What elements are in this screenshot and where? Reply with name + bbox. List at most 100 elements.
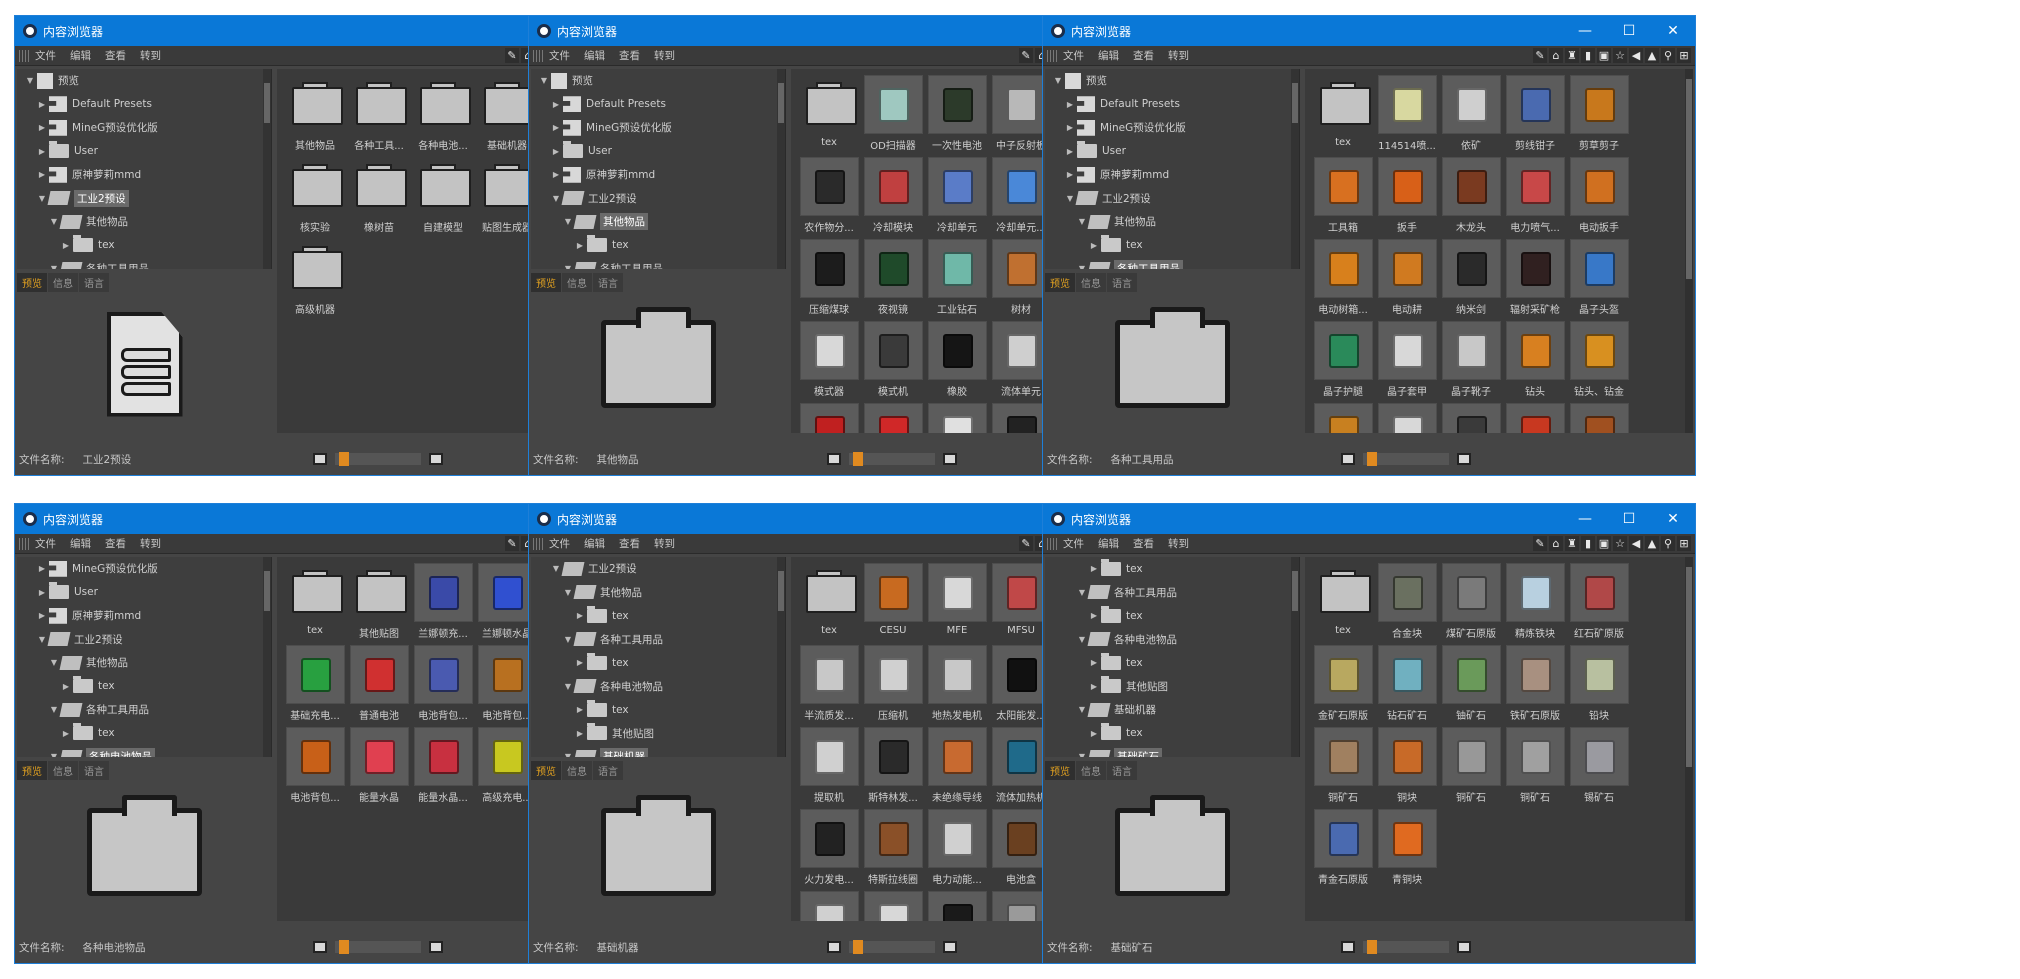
tree-item[interactable]: ▶ tex — [1045, 234, 1299, 258]
zoom-slider-knob[interactable] — [1366, 452, 1377, 466]
expand-arrow-icon[interactable]: ▼ — [1077, 588, 1087, 597]
close-button[interactable]: ✕ — [1651, 16, 1695, 46]
tree-item[interactable]: ▶ User — [531, 140, 785, 164]
tree-scrollbar[interactable] — [777, 69, 785, 269]
expand-arrow-icon[interactable]: ▶ — [551, 147, 561, 156]
grid-item[interactable]: 各种工具... — [347, 75, 411, 157]
tree-item[interactable]: ▼ 其他物品 — [17, 651, 271, 675]
panel-icon[interactable]: ▮ — [1581, 536, 1595, 551]
grid-item[interactable]: OD扫描器 — [861, 75, 925, 157]
grid-item[interactable]: 红石矿原版 — [1567, 563, 1631, 645]
zoom-slider[interactable] — [849, 940, 935, 954]
tree-item[interactable]: ▼ 预览 — [531, 69, 785, 93]
grid-item[interactable]: 模式机 — [861, 321, 925, 403]
grid-item[interactable]: 钻头 — [1503, 321, 1567, 403]
grid-item[interactable]: 普通电池 — [347, 645, 411, 727]
edit-icon[interactable]: ✎ — [1019, 536, 1033, 551]
expand-arrow-icon[interactable]: ▼ — [563, 682, 573, 691]
expand-arrow-icon[interactable]: ▼ — [1077, 635, 1087, 644]
star-icon[interactable]: ☆ — [1613, 48, 1627, 63]
grid-item[interactable]: 基础充电... — [283, 645, 347, 727]
expand-arrow-icon[interactable]: ▶ — [37, 611, 47, 620]
grid-item[interactable]: 晶子靴子 — [1439, 321, 1503, 403]
panel-icon[interactable]: ▮ — [1581, 48, 1595, 63]
grid-item[interactable]: 电池背包... — [411, 645, 475, 727]
menu-item[interactable]: 查看 — [105, 48, 126, 63]
up-icon[interactable]: ▲ — [1645, 536, 1659, 551]
zoom-small-icon[interactable] — [827, 941, 841, 953]
expand-arrow-icon[interactable]: ▼ — [563, 217, 573, 226]
menu-item[interactable]: 编辑 — [1098, 48, 1119, 63]
grid-item[interactable]: 电池背包... — [283, 727, 347, 809]
expand-arrow-icon[interactable]: ▶ — [575, 729, 585, 738]
grid-item[interactable]: 其他贴图 — [347, 563, 411, 645]
grid-item[interactable]: 橡树苗 — [347, 157, 411, 239]
tree-scrollbar[interactable] — [263, 557, 271, 757]
expand-arrow-icon[interactable]: ▶ — [1089, 611, 1099, 620]
grid-item[interactable]: tex — [1311, 75, 1375, 157]
grid-item[interactable]: 晶子套甲 — [1375, 321, 1439, 403]
grid-icon[interactable]: ⊞ — [1677, 48, 1691, 63]
grid-item[interactable]: 高级机器 — [283, 239, 347, 321]
grid-item[interactable]: 能量水晶 — [347, 727, 411, 809]
tree-item[interactable]: ▶ User — [17, 140, 271, 164]
grid-item[interactable]: 电动树箱... — [1311, 239, 1375, 321]
tree-item[interactable]: ▶ tex — [531, 604, 785, 628]
tree-item[interactable]: ▶ tex — [531, 234, 785, 258]
book-icon[interactable]: ▣ — [1597, 536, 1611, 551]
expand-arrow-icon[interactable]: ▼ — [25, 76, 35, 85]
grid-item[interactable]: 青金石原版 — [1311, 809, 1375, 891]
grid-item[interactable]: 工业钻石 — [925, 239, 989, 321]
grid-item[interactable]: 扳手 — [1375, 157, 1439, 239]
tree-item[interactable]: ▼ 各种工具用品 — [531, 628, 785, 652]
grid-item[interactable]: 依矿 — [1439, 75, 1503, 157]
zoom-small-icon[interactable] — [827, 453, 841, 465]
maximize-button[interactable]: ☐ — [1607, 16, 1651, 46]
grid-item[interactable]: 铀矿石 — [1439, 645, 1503, 727]
grid-item[interactable]: 农作物分... — [797, 157, 861, 239]
grid-item[interactable] — [861, 403, 925, 433]
close-button[interactable]: ✕ — [1651, 504, 1695, 534]
grid-item[interactable]: tex — [797, 75, 861, 157]
edit-icon[interactable]: ✎ — [1533, 48, 1547, 63]
tree-item[interactable]: ▶ tex — [531, 698, 785, 722]
tree-item[interactable]: ▼ 预览 — [1045, 69, 1299, 93]
menu-item[interactable]: 转到 — [1168, 536, 1189, 551]
grid-item[interactable]: 橡胶 — [925, 321, 989, 403]
tree-item[interactable]: ▼ 工业2预设 — [1045, 187, 1299, 211]
tree-item[interactable]: ▼ 其他物品 — [17, 210, 271, 234]
tree-item[interactable]: ▼ 基础机器 — [1045, 698, 1299, 722]
drag-grip-icon[interactable] — [19, 49, 29, 62]
zoom-slider-knob[interactable] — [852, 940, 863, 954]
expand-arrow-icon[interactable]: ▶ — [61, 682, 71, 691]
expand-arrow-icon[interactable]: ▶ — [551, 170, 561, 179]
grid-item[interactable]: 其他物品 — [283, 75, 347, 157]
grid-item[interactable]: tex — [797, 563, 861, 645]
zoom-large-icon[interactable] — [1457, 941, 1471, 953]
grid-item[interactable]: 冷却单元 — [925, 157, 989, 239]
grid-item[interactable]: CESU — [861, 563, 925, 645]
tree-item[interactable]: ▼ 各种工具用品 — [17, 698, 271, 722]
zoom-slider[interactable] — [849, 452, 935, 466]
grid-scrollbar[interactable] — [1685, 557, 1693, 921]
grid-item[interactable]: 晶子头盔 — [1567, 239, 1631, 321]
lock-icon[interactable]: ♜ — [1565, 536, 1579, 551]
menu-item[interactable]: 查看 — [619, 48, 640, 63]
tree-item[interactable]: ▼ 工业2预设 — [531, 187, 785, 211]
tree-item[interactable]: ▶ 其他贴图 — [1045, 675, 1299, 699]
grid-item[interactable] — [797, 891, 861, 921]
tree-item[interactable]: ▶ tex — [17, 675, 271, 699]
back-icon[interactable]: ◀ — [1629, 48, 1643, 63]
tree-item[interactable]: ▼ 各种工具用品 — [531, 257, 785, 269]
tree-item[interactable]: ▶ 原神萝莉mmd — [531, 163, 785, 187]
grid-item[interactable] — [1567, 403, 1631, 433]
expand-arrow-icon[interactable]: ▼ — [1077, 217, 1087, 226]
grid-item[interactable]: 铜矿石 — [1439, 727, 1503, 809]
grid-item[interactable]: 精炼铁块 — [1503, 563, 1567, 645]
expand-arrow-icon[interactable]: ▶ — [1089, 564, 1099, 573]
grid-item[interactable]: 特斯拉线圈 — [861, 809, 925, 891]
title-bar[interactable]: 内容浏览器 —☐✕ — [1043, 504, 1695, 534]
tree-item[interactable]: ▼ 其他物品 — [531, 581, 785, 605]
expand-arrow-icon[interactable]: ▶ — [575, 658, 585, 667]
tree-item[interactable]: ▶ tex — [1045, 722, 1299, 746]
